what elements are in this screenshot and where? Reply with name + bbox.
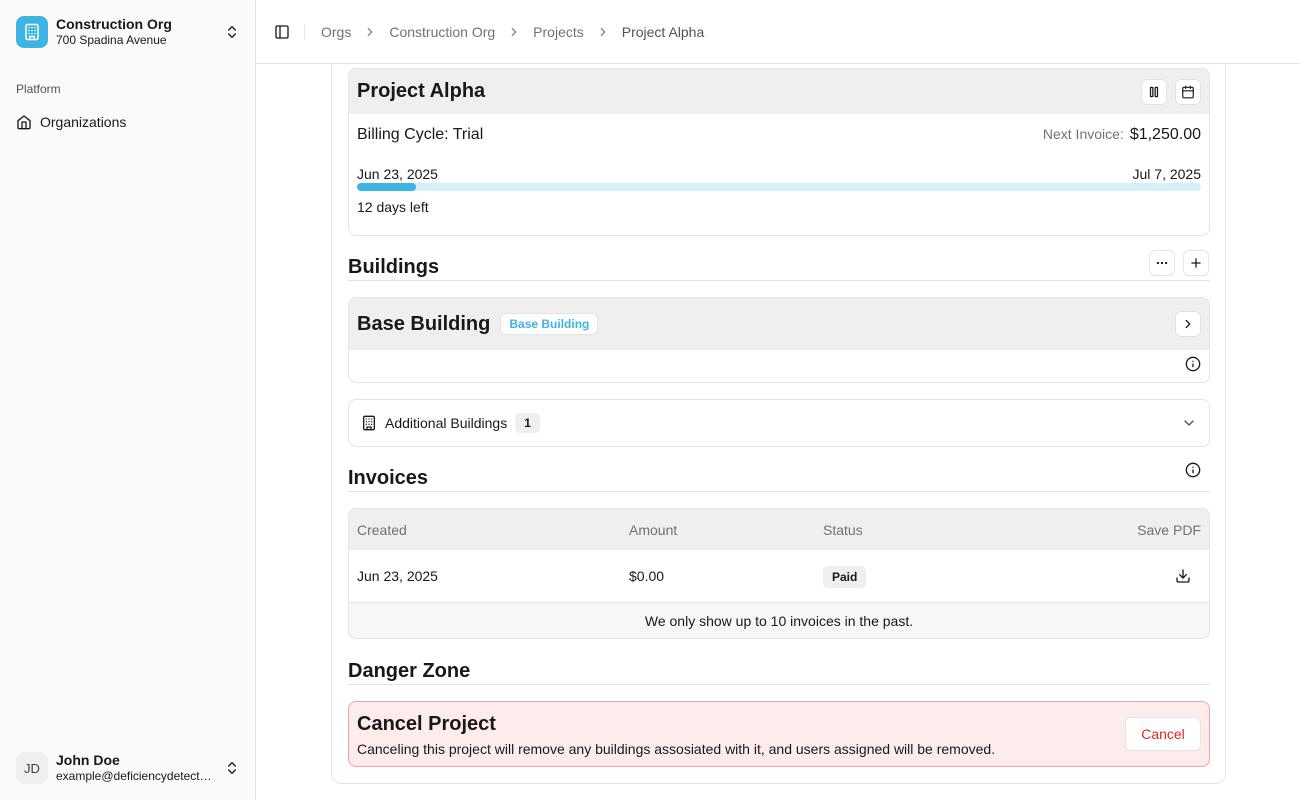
add-building-button[interactable] (1183, 250, 1209, 276)
top-header: Orgs Construction Org Projects Project A… (256, 0, 1300, 64)
chevrons-up-down-icon (224, 760, 240, 776)
next-invoice: Next Invoice: $1,250.00 (1043, 126, 1201, 144)
chevron-right-icon (507, 25, 521, 39)
sidebar-group-label: Platform (16, 82, 61, 96)
breadcrumb-projects[interactable]: Projects (533, 24, 584, 40)
user-name: John Doe (56, 752, 120, 769)
user-switcher[interactable]: JD John Doe example@deficiencydetect.... (8, 744, 248, 792)
additional-buildings-count: 1 (515, 413, 540, 433)
status-badge: Paid (823, 566, 867, 588)
cancel-project-description: Canceling this project will remove any b… (357, 741, 996, 757)
section-divider (348, 491, 1210, 492)
calendar-icon (1182, 85, 1194, 98)
sidebar-item-label: Organizations (40, 114, 127, 130)
days-left: 12 days left (357, 199, 429, 215)
org-switcher[interactable]: Construction Org 700 Spadina Avenue (8, 8, 248, 56)
open-building-button[interactable] (1175, 311, 1201, 337)
info-icon[interactable] (1185, 356, 1201, 377)
base-building-badge: Base Building (500, 313, 599, 335)
calendar-button[interactable] (1175, 78, 1201, 105)
project-panel: Project Alpha Billing Cycle: Trial Next … (331, 64, 1226, 784)
billing-cycle: Billing Cycle: Trial (357, 126, 484, 143)
avatar: JD (16, 752, 48, 784)
invoices-heading: Invoices (348, 467, 429, 489)
org-building-icon (16, 16, 48, 48)
org-name: Construction Org (56, 16, 172, 33)
sidebar: Construction Org 700 Spadina Avenue Plat… (0, 0, 256, 800)
billing-start-date: Jun 23, 2025 (357, 166, 438, 182)
download-icon[interactable] (1175, 568, 1191, 584)
plus-icon (1191, 258, 1201, 268)
chevron-down-icon (1181, 415, 1197, 431)
chevrons-up-down-icon (224, 24, 240, 40)
invoices-table: Created Amount Status Save PDF Jun 23, 2… (348, 508, 1210, 639)
breadcrumb-current: Project Alpha (621, 23, 705, 40)
cancel-project-button[interactable]: Cancel (1125, 717, 1201, 751)
base-building-name: Base Building (357, 312, 491, 335)
additional-buildings-label: Additional Buildings (385, 415, 508, 431)
breadcrumb-orgs[interactable]: Orgs (321, 24, 351, 40)
table-header: Created Amount Status Save PDF (349, 509, 1209, 550)
breadcrumb-org[interactable]: Construction Org (389, 24, 495, 40)
billing-end-date: Jul 7, 2025 (1132, 166, 1202, 182)
breadcrumb: Orgs Construction Org Projects Project A… (321, 24, 704, 40)
project-card: Project Alpha Billing Cycle: Trial Next … (348, 68, 1210, 236)
invoices-footer: We only show up to 10 invoices in the pa… (349, 603, 1209, 638)
table-row: Jun 23, 2025 $0.00 Paid (349, 550, 1209, 603)
billing-progress-bar (357, 183, 1201, 191)
invoice-created: Jun 23, 2025 (357, 568, 438, 584)
danger-zone-heading: Danger Zone (348, 660, 471, 682)
building-icon (361, 415, 377, 431)
column-amount: Amount (629, 521, 678, 538)
next-invoice-label: Next Invoice: (1042, 126, 1124, 142)
ellipsis-icon (1156, 261, 1168, 265)
user-email: example@deficiencydetect.... (56, 769, 212, 784)
pause-icon (1149, 86, 1159, 97)
invoice-amount: $0.00 (629, 568, 665, 584)
pause-button[interactable] (1141, 78, 1167, 105)
sidebar-toggle-icon[interactable] (272, 22, 292, 42)
org-address: 700 Spadina Avenue (56, 33, 167, 48)
cancel-project-title: Cancel Project (357, 713, 496, 735)
more-button[interactable] (1149, 250, 1175, 276)
buildings-heading: Buildings (348, 256, 440, 278)
base-building-card: Base Building Base Building (348, 297, 1210, 383)
cancel-project-card: Cancel Project Canceling this project wi… (348, 701, 1210, 767)
header-divider (304, 23, 305, 40)
sidebar-item-organizations[interactable]: Organizations (8, 108, 248, 136)
column-save-pdf: Save PDF (1137, 521, 1201, 538)
info-icon[interactable] (1185, 462, 1201, 478)
billing-progress-fill (357, 183, 417, 191)
column-status: Status (823, 521, 863, 538)
chevron-right-icon (596, 25, 610, 39)
section-divider (348, 684, 1210, 685)
home-icon (16, 114, 32, 130)
column-created: Created (357, 521, 407, 538)
chevron-right-icon (363, 25, 377, 39)
project-title: Project Alpha (357, 80, 486, 102)
chevron-right-icon (1185, 319, 1191, 329)
section-divider (348, 280, 1210, 281)
next-invoice-amount: $1,250.00 (1129, 126, 1201, 143)
additional-buildings-toggle[interactable]: Additional Buildings 1 (348, 399, 1210, 447)
